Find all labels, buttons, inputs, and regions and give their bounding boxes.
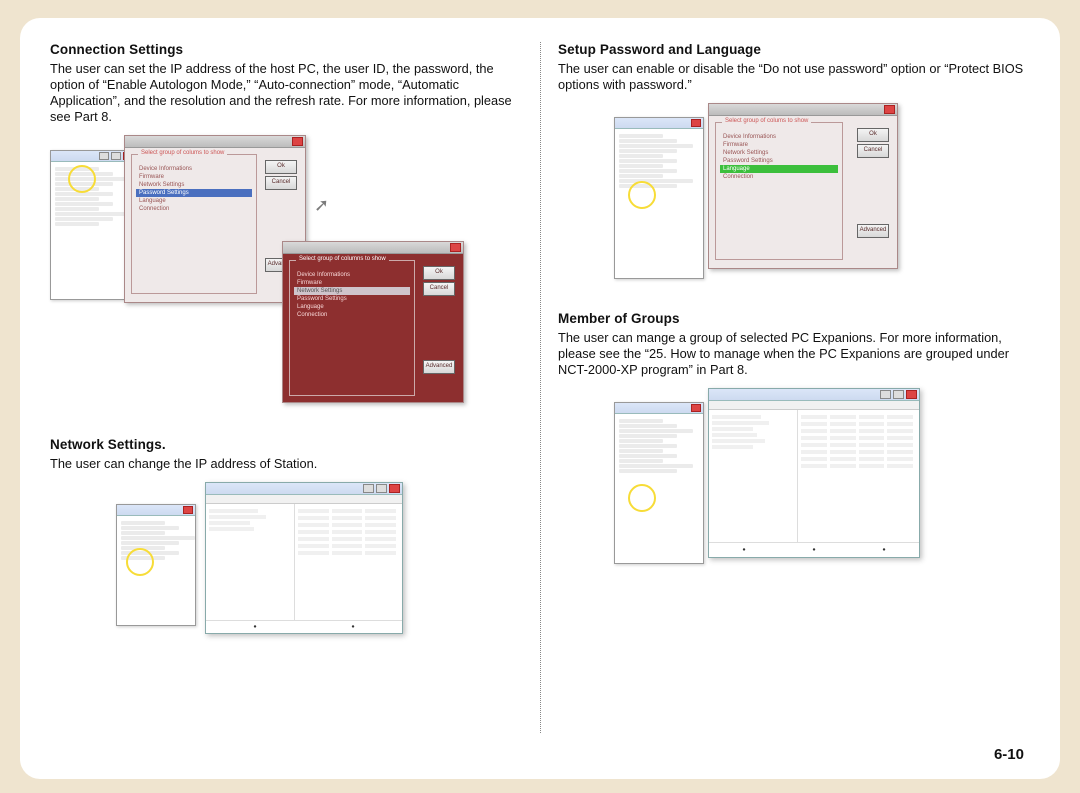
footer-link[interactable]: ● [882, 547, 885, 553]
page-number: 6-10 [994, 746, 1024, 763]
maximize-icon [893, 390, 904, 399]
option-language: Language [720, 165, 838, 173]
option-connection: Connection [136, 205, 252, 213]
ok-button[interactable]: Ok [423, 266, 455, 280]
option-language: Language [136, 197, 252, 205]
footer-link[interactable]: ● [742, 547, 745, 553]
right-column: Setup Password and Language The user can… [558, 42, 1030, 769]
minimize-icon [99, 152, 109, 160]
device-tree-window-small [614, 402, 704, 564]
option-device-info: Device Informations [136, 165, 252, 173]
group-box-label: Select group of colums to show [722, 118, 811, 124]
advanced-button[interactable]: Advanced [423, 360, 455, 374]
network-settings-heading: Network Settings. [50, 437, 522, 452]
select-columns-dialog-1: Select group of colums to show Device In… [124, 135, 306, 303]
close-icon [691, 119, 701, 127]
option-language: Language [294, 303, 410, 311]
maximize-icon [376, 484, 387, 493]
network-settings-body: The user can change the IP address of St… [50, 456, 522, 472]
member-of-groups-body: The user can mange a group of selected P… [558, 330, 1030, 378]
connection-settings-body: The user can set the IP address of the h… [50, 61, 522, 125]
option-network: Network Settings [136, 181, 252, 189]
member-of-groups-heading: Member of Groups [558, 311, 1030, 326]
manual-page: Connection Settings The user can set the… [20, 18, 1060, 779]
device-tree-window-small [614, 117, 704, 279]
close-icon [183, 506, 193, 514]
minimize-icon [363, 484, 374, 493]
option-device-info: Device Informations [720, 133, 838, 141]
close-icon [906, 390, 917, 399]
password-language-body: The user can enable or disable the “Do n… [558, 61, 1030, 93]
footer-link[interactable]: ● [812, 547, 815, 553]
arrow-down-icon: ➚ [314, 195, 329, 216]
close-icon [884, 105, 895, 114]
password-language-heading: Setup Password and Language [558, 42, 1030, 57]
cancel-button[interactable]: Cancel [423, 282, 455, 296]
option-firmware: Firmware [294, 279, 410, 287]
footer-link[interactable]: ● [253, 624, 256, 630]
close-icon [450, 243, 461, 252]
select-columns-dialog-lang: Select group of colums to show Device In… [708, 103, 898, 269]
option-firmware: Firmware [136, 173, 252, 181]
left-column: Connection Settings The user can set the… [50, 42, 522, 769]
group-box-label: Select group of columns to show [296, 256, 389, 262]
option-device-info: Device Informations [294, 271, 410, 279]
device-tree-window-small [116, 504, 196, 626]
select-columns-dialog-2: Select group of columns to show Device I… [282, 241, 464, 403]
option-network: Network Settings [720, 149, 838, 157]
maximize-icon [111, 152, 121, 160]
close-icon [389, 484, 400, 493]
option-network: Network Settings [294, 287, 410, 295]
minimize-icon [880, 390, 891, 399]
network-settings-window: ● ● [205, 482, 403, 634]
group-management-window: ● ● ● [708, 388, 920, 558]
cancel-button[interactable]: Cancel [857, 144, 889, 158]
close-icon [691, 404, 701, 412]
option-password: Password Settings [720, 157, 838, 165]
advanced-button[interactable]: Advanced [857, 224, 889, 238]
ok-button[interactable]: Ok [857, 128, 889, 142]
connection-settings-heading: Connection Settings [50, 42, 522, 57]
option-connection: Connection [294, 311, 410, 319]
option-firmware: Firmware [720, 141, 838, 149]
footer-link[interactable]: ● [351, 624, 354, 630]
ok-button[interactable]: Ok [265, 160, 297, 174]
option-connection: Connection [720, 173, 838, 181]
close-icon [292, 137, 303, 146]
cancel-button[interactable]: Cancel [265, 176, 297, 190]
column-divider [540, 42, 541, 733]
group-box-label: Select group of colums to show [138, 150, 227, 156]
option-password: Password Settings [294, 295, 410, 303]
option-password: Password Settings [136, 189, 252, 197]
